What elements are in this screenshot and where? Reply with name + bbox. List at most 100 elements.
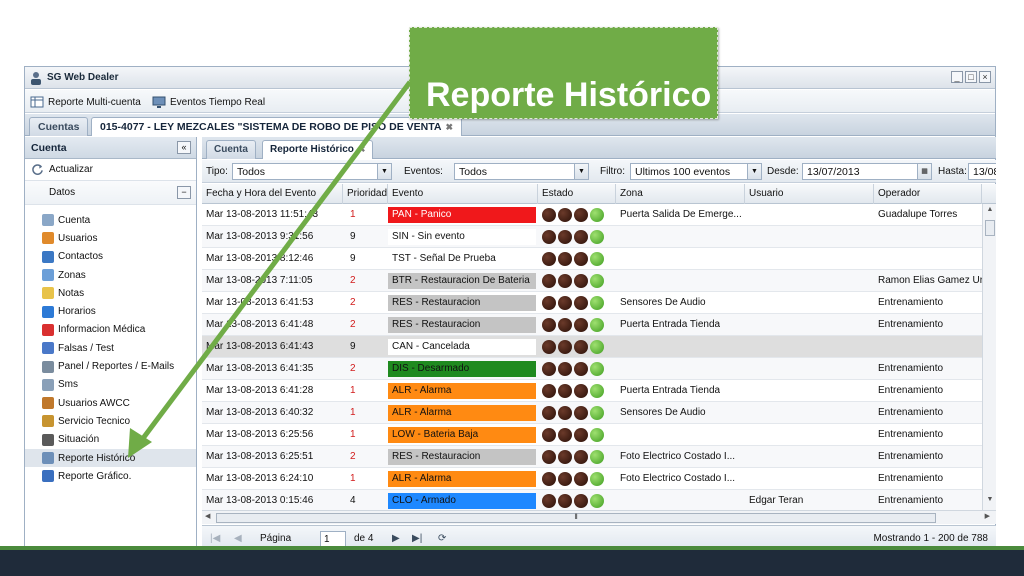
tab-close-icon[interactable]: ✖ [358, 144, 366, 155]
chevron-down-icon: ▼ [747, 164, 761, 179]
eventos-select[interactable]: Todos ▼ [454, 163, 589, 180]
status-dark-dot-icon [542, 340, 556, 354]
sidebar-item[interactable]: Usuarios AWCC [25, 394, 196, 412]
event-datetime: Mar 13-08-2013 9:31:56 [206, 231, 314, 242]
sidebar-item[interactable]: Cuenta [25, 211, 196, 229]
vertical-scrollbar[interactable]: ▲ ▼ [982, 204, 996, 510]
status-dark-dot-icon [558, 384, 572, 398]
sidebar-item[interactable]: Informacion Médica [25, 321, 196, 339]
table-row[interactable]: Mar 13-08-2013 0:15:46 4 CLO - Armado Edgar… [202, 490, 982, 510]
filtro-select[interactable]: Ultimos 100 eventos ▼ [630, 163, 762, 180]
status-dark-dot-icon [542, 274, 556, 288]
horizontal-scrollbar[interactable]: ◀ ⦀ ▶ [202, 510, 996, 524]
tab-cuenta[interactable]: Cuenta [206, 140, 256, 159]
sidebar-item[interactable]: Servicio Tecnico [25, 412, 196, 430]
sidebar-item[interactable]: Notas [25, 284, 196, 302]
horizontal-scroll-thumb[interactable]: ⦀ [216, 513, 936, 523]
sidebar-item[interactable]: Panel / Reportes / E-Mails [25, 357, 196, 375]
close-button[interactable]: × [979, 71, 991, 83]
scroll-right-icon[interactable]: ▶ [985, 512, 990, 520]
tab-cuentas[interactable]: Cuentas [29, 117, 89, 136]
refresh-label: Actualizar [49, 164, 93, 175]
table-row[interactable]: Mar 13-08-2013 6:41:43 9 CAN - Cancelada [202, 336, 982, 358]
tab-active-account[interactable]: 015-4077 - LEY MEZCALES "SISTEMA DE ROBO… [91, 117, 462, 136]
table-row[interactable]: Mar 13-08-2013 6:41:48 2 RES - Restauracio… [202, 314, 982, 336]
datos-section-header[interactable]: Datos − [25, 181, 196, 205]
contacts-icon [42, 250, 54, 263]
panel-icon [42, 360, 54, 373]
tipo-select[interactable]: Todos ▼ [232, 163, 392, 180]
table-row[interactable]: Mar 13-08-2013 6:24:10 1 ALR - Alarma Foto … [202, 468, 982, 490]
tab-reporte-historico[interactable]: Reporte Histórico ✖ [262, 140, 374, 159]
desde-value: 13/07/2013 [807, 166, 860, 178]
sidebar-item[interactable]: Falsas / Test [25, 339, 196, 357]
refresh-icon[interactable]: ⟳ [438, 533, 446, 544]
next-page-icon[interactable]: ▶ [392, 533, 400, 544]
table-row[interactable]: Mar 13-08-2013 6:40:32 1 ALR - Alarma Senso… [202, 402, 982, 424]
scroll-up-icon[interactable]: ▲ [983, 206, 996, 218]
minimize-button[interactable]: _ [951, 71, 963, 83]
multi-account-report-button[interactable]: Reporte Multi-cuenta [30, 94, 141, 110]
scroll-down-icon[interactable]: ▼ [983, 496, 996, 508]
hasta-date-field[interactable]: 13/08/20 [968, 163, 996, 180]
sidebar-item[interactable]: Reporte Histórico [25, 448, 196, 468]
desde-date-field[interactable]: 13/07/2013 ▦ [802, 163, 932, 180]
event-badge: RES - Restauracion [388, 449, 536, 465]
sidebar-item[interactable]: Zonas [25, 266, 196, 284]
column-header[interactable]: Operador [874, 184, 982, 204]
status-green-dot-icon [590, 494, 604, 508]
status-dark-dot-icon [542, 384, 556, 398]
column-header[interactable]: Evento [388, 184, 538, 204]
event-operator: Entrenamiento [878, 429, 944, 440]
table-row[interactable]: Mar 13-08-2013 6:41:35 2 DIS - Desarmado En… [202, 358, 982, 380]
refresh-icon [32, 164, 43, 175]
column-header[interactable]: Usuario [745, 184, 874, 204]
status-dark-dot-icon [558, 406, 572, 420]
event-datetime: Mar 13-08-2013 6:41:43 [206, 341, 314, 352]
status-dark-dot-icon [558, 494, 572, 508]
table-row[interactable]: Mar 13-08-2013 7:11:05 2 BTR - Restauracio… [202, 270, 983, 292]
column-header[interactable]: Estado [538, 184, 616, 204]
table-row[interactable]: Mar 13-08-2013 6:41:53 2 RES - Restauracio… [202, 292, 982, 314]
maximize-button[interactable]: □ [965, 71, 977, 83]
table-row[interactable]: Mar 13-08-2013 6:25:56 1 LOW - Bateria Baj… [202, 424, 982, 446]
column-header[interactable]: Prioridad [343, 184, 388, 204]
sidebar: Cuenta « Actualizar Datos − Cuenta Usuari… [25, 137, 197, 551]
table-row[interactable]: Mar 13-08-2013 9:31:56 9 SIN - Sin evento [202, 226, 982, 248]
table-row[interactable]: Mar 13-08-2013 8:12:46 9 TST - Señal De Pr… [202, 248, 982, 270]
column-header[interactable]: Fecha y Hora del Evento [202, 184, 343, 204]
status-dark-dot-icon [574, 406, 588, 420]
sidebar-item-label: Reporte Gráfico. [58, 470, 132, 482]
status-dark-dot-icon [542, 252, 556, 266]
sidebar-item[interactable]: Reporte Gráfico. [25, 467, 196, 485]
sidebar-item-label: Servicio Tecnico [58, 415, 131, 427]
sidebar-item[interactable]: Horarios [25, 302, 196, 320]
last-page-icon[interactable]: ▶| [412, 533, 422, 544]
status-green-dot-icon [590, 274, 604, 288]
column-header[interactable]: Zona [616, 184, 745, 204]
refresh-button[interactable]: Actualizar [25, 159, 196, 181]
tab-reporte-historico-label: Reporte Histórico [270, 144, 354, 155]
first-page-icon[interactable]: |◀ [210, 533, 220, 544]
sidebar-item[interactable]: Sms [25, 376, 196, 394]
prev-page-icon[interactable]: ◀ [234, 533, 242, 544]
table-row[interactable]: Mar 13-08-2013 11:51:43 1 PAN - Panico Puer… [202, 204, 982, 226]
calendar-icon[interactable]: ▦ [917, 164, 931, 179]
table-row[interactable]: Mar 13-08-2013 6:41:28 1 ALR - Alarma Puert… [202, 380, 982, 402]
vertical-scroll-thumb[interactable] [985, 220, 995, 236]
status-dark-dot-icon [558, 318, 572, 332]
realtime-events-button[interactable]: Eventos Tiempo Real [152, 94, 265, 110]
sidebar-menu: Cuenta Usuarios Contactos Zonas Notas Horario… [25, 205, 196, 485]
event-priority: 1 [350, 429, 356, 440]
collapse-sidebar-button[interactable]: « [177, 141, 191, 154]
scroll-left-icon[interactable]: ◀ [205, 512, 210, 520]
status-green-dot-icon [590, 230, 604, 244]
status-dark-dot-icon [558, 340, 572, 354]
sidebar-item[interactable]: Contactos [25, 248, 196, 266]
sidebar-item[interactable]: Situación [25, 431, 196, 449]
tab-close-icon[interactable]: ✖ [445, 122, 453, 133]
sidebar-item[interactable]: Usuarios [25, 229, 196, 247]
table-row[interactable]: Mar 13-08-2013 6:25:51 2 RES - Restauracio… [202, 446, 982, 468]
datos-collapse-button[interactable]: − [177, 186, 191, 199]
status-indicator [542, 252, 604, 266]
